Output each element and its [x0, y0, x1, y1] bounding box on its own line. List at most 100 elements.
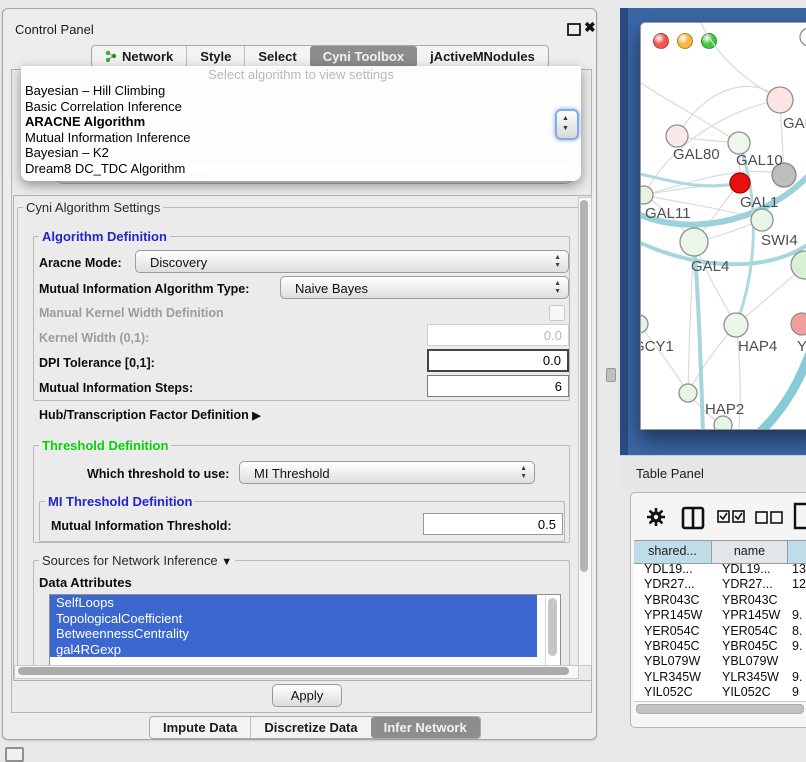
which-threshold-combobox[interactable]: MI Threshold ▲▼: [239, 461, 535, 484]
network-edge[interactable]: [759, 345, 806, 429]
dpi-tolerance-field[interactable]: 0.0: [427, 349, 569, 372]
tab-discretize-data[interactable]: Discretize Data: [250, 717, 370, 738]
table-row[interactable]: YLR345WYLR345W9.: [634, 670, 806, 685]
hub-definition-toggle[interactable]: Hub/Transcription Factor Definition ▶: [39, 408, 261, 422]
settings-vertical-scrollbar[interactable]: [578, 197, 592, 666]
float-window-icon[interactable]: [567, 23, 581, 36]
table-panel-title: Table Panel: [636, 466, 704, 481]
mi-type-combobox[interactable]: Naive Bayes ▲▼: [280, 276, 569, 299]
table-row[interactable]: YBR045CYBR045C9.: [634, 639, 806, 654]
tab-jactivemnodules[interactable]: jActiveMNodules: [417, 46, 548, 67]
table-cell: YER054C: [712, 624, 788, 639]
network-graph[interactable]: GALGAL80GAL10GAL11GAL1SWI4GAL4GCY1HAP4YH…: [641, 23, 806, 429]
manual-kernel-label: Manual Kernel Width Definition: [39, 306, 224, 320]
data-attribute-item[interactable]: SelfLoops: [50, 595, 537, 611]
list-scrollbar-thumb[interactable]: [548, 598, 557, 656]
table-column-header[interactable]: shared...: [634, 541, 712, 563]
data-attribute-item[interactable]: TopologicalCoefficient: [50, 611, 537, 627]
table-row[interactable]: YIL052CYIL052C9: [634, 685, 806, 700]
gear-icon[interactable]: [645, 506, 667, 528]
mi-type-label: Mutual Information Algorithm Type:: [39, 282, 249, 296]
network-edge[interactable]: [641, 83, 739, 143]
algorithm-option[interactable]: Bayesian – K2: [21, 145, 581, 161]
network-node-label: GAL1: [740, 194, 778, 211]
manual-kernel-checkbox[interactable]: [549, 305, 565, 321]
table-column-header[interactable]: A: [788, 541, 806, 563]
dpi-tolerance-label: DPI Tolerance [0,1]:: [39, 356, 155, 370]
algorithm-option[interactable]: Bayesian – Hill Climbing: [21, 83, 581, 99]
table-row[interactable]: YER054CYER054C8.: [634, 624, 806, 639]
network-node[interactable]: [666, 125, 688, 147]
network-node[interactable]: [728, 132, 750, 154]
network-node[interactable]: [679, 384, 697, 402]
aracne-mode-combobox[interactable]: Discovery ▲▼: [135, 250, 569, 273]
table-scrollbar-thumb[interactable]: [636, 704, 804, 714]
network-node[interactable]: [724, 313, 748, 337]
tab-label: Style: [200, 49, 231, 64]
table-row[interactable]: YPR145WYPR145W9.: [634, 608, 806, 623]
table-cell: YER054C: [634, 624, 712, 639]
network-edge[interactable]: [701, 23, 780, 100]
split-columns-icon[interactable]: [681, 506, 705, 530]
network-node[interactable]: [791, 313, 806, 335]
table-cell: YDL19...: [634, 562, 712, 577]
mi-steps-field[interactable]: 6: [427, 375, 569, 397]
table-column-header[interactable]: name: [712, 541, 788, 563]
network-edge[interactable]: [677, 86, 780, 136]
data-attribute-item[interactable]: BetweennessCentrality: [50, 626, 537, 642]
network-node[interactable]: [680, 228, 708, 256]
deselect-all-checkboxes-icon[interactable]: [755, 511, 783, 524]
table-horizontal-scrollbar[interactable]: [634, 701, 806, 715]
tab-cyni-toolbox[interactable]: Cyni Toolbox: [310, 46, 417, 67]
network-node[interactable]: [730, 173, 750, 193]
kernel-width-field[interactable]: 0.0: [427, 324, 569, 346]
network-view-window[interactable]: GALGAL80GAL10GAL11GAL1SWI4GAL4GCY1HAP4YH…: [640, 22, 806, 430]
combo-stepper-focused[interactable]: ▲ ▼: [555, 109, 579, 140]
network-node[interactable]: [791, 251, 806, 279]
network-node[interactable]: [800, 28, 806, 46]
data-attributes-list[interactable]: SelfLoopsTopologicalCoefficientBetweenne…: [49, 594, 561, 667]
list-scrollbar[interactable]: [545, 596, 559, 665]
table-rows: YDL19...YDL19...13YDR27...YDR27...12YBR0…: [634, 562, 806, 701]
sources-group-title[interactable]: Sources for Network Inference ▼: [39, 553, 235, 568]
algorithm-option[interactable]: Dream8 DC_TDC Algorithm: [21, 161, 581, 177]
aracne-mode-label: Aracne Mode:: [39, 256, 122, 270]
tab-select[interactable]: Select: [244, 46, 309, 67]
tab-impute-data[interactable]: Impute Data: [150, 717, 250, 738]
table-cell: 9.: [788, 639, 806, 654]
apply-button[interactable]: Apply: [272, 684, 342, 707]
network-edge[interactable]: [736, 143, 753, 325]
tab-infer-network[interactable]: Infer Network: [371, 717, 480, 738]
tab-style[interactable]: Style: [186, 46, 244, 67]
table-row[interactable]: YDR27...YDR27...12: [634, 577, 806, 592]
algorithm-option[interactable]: ARACNE Algorithm: [21, 114, 581, 130]
table-header-row: shared...nameA: [634, 540, 806, 564]
control-panel-window: Control Panel ✖ Network Style SelectCyni T…: [2, 8, 597, 740]
document-icon[interactable]: [793, 502, 806, 530]
settings-horizontal-scrollbar[interactable]: [14, 665, 579, 679]
table-row[interactable]: YDL19...YDL19...13: [634, 562, 806, 577]
network-node[interactable]: [767, 87, 793, 113]
network-node[interactable]: [641, 315, 648, 333]
table-row[interactable]: YBR043CYBR043C: [634, 593, 806, 608]
algorithm-option[interactable]: Mutual Information Inference: [21, 130, 581, 146]
table-row[interactable]: YBL079WYBL079W: [634, 654, 806, 669]
tab-network[interactable]: Network: [92, 46, 186, 67]
table-cell: YPR145W: [634, 608, 712, 623]
mi-threshold-field[interactable]: 0.5: [423, 513, 563, 535]
network-node[interactable]: [751, 209, 773, 231]
control-panel-title: Control Panel: [15, 22, 94, 37]
vertical-scrollbar-thumb[interactable]: [580, 200, 588, 572]
panel-splitter-handle[interactable]: [606, 368, 616, 382]
select-all-checkboxes-icon[interactable]: [717, 510, 745, 524]
horizontal-scrollbar-thumb[interactable]: [18, 667, 569, 675]
close-icon[interactable]: ✖: [584, 19, 596, 36]
collapsed-panel-icon[interactable]: [5, 747, 24, 762]
data-attribute-item[interactable]: gal4RGexp: [50, 642, 537, 658]
combo-arrows-icon: ▲▼: [554, 254, 561, 270]
network-node[interactable]: [641, 186, 653, 204]
stepper-down-icon: ▼: [562, 125, 569, 132]
algorithm-option[interactable]: Basic Correlation Inference: [21, 99, 581, 115]
network-node-label: GAL11: [645, 205, 691, 222]
network-edge[interactable]: [641, 324, 688, 393]
